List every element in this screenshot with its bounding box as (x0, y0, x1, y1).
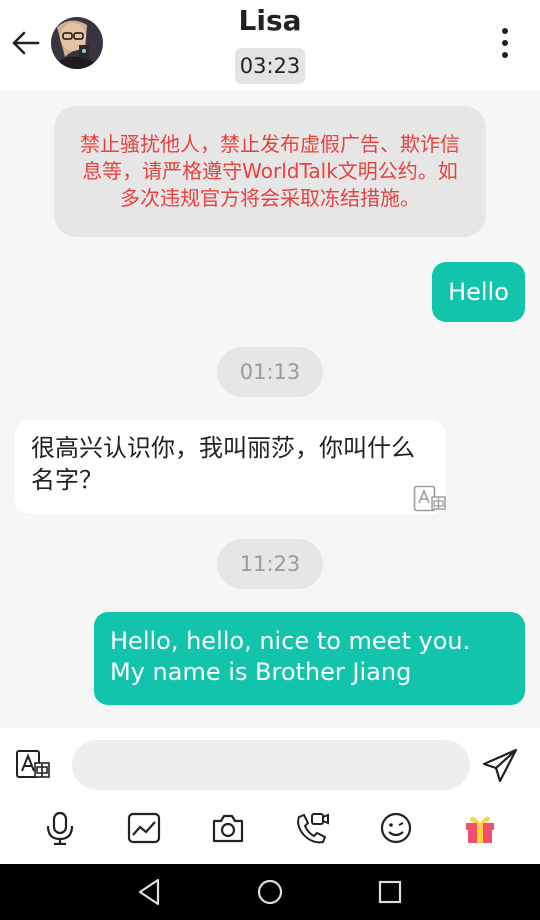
image-icon[interactable] (126, 811, 162, 845)
emoji-icon[interactable] (378, 811, 414, 845)
translate-icon[interactable] (15, 749, 51, 781)
camera-icon[interactable] (210, 811, 246, 845)
message-timestamp: 01:13 (217, 347, 323, 397)
call-timer: 03:23 (235, 48, 305, 84)
message-input[interactable] (72, 740, 470, 790)
send-icon[interactable] (480, 746, 520, 786)
more-vertical-icon[interactable] (494, 26, 516, 62)
nav-home-icon[interactable] (250, 874, 290, 910)
system-notice-text: 禁止骚扰他人，禁止发布虚假广告、欺诈信息等，请严格遵守WorldTalk文明公约… (80, 132, 460, 210)
system-notice: 禁止骚扰他人，禁止发布虚假广告、欺诈信息等，请严格遵守WorldTalk文明公约… (54, 106, 486, 237)
microphone-icon[interactable] (42, 811, 78, 845)
translate-icon[interactable] (413, 485, 447, 513)
video-call-icon[interactable] (294, 811, 330, 845)
nav-recents-icon[interactable] (370, 874, 410, 910)
message-timestamp: 11:23 (217, 539, 323, 589)
outgoing-message[interactable]: Hello (432, 262, 525, 322)
incoming-message[interactable]: 很高兴认识你，我叫丽莎，你叫什么名字？ (15, 420, 445, 514)
nav-back-icon[interactable] (130, 874, 170, 910)
outgoing-message-text: Hello, hello, nice to meet you. My name … (110, 627, 471, 686)
contact-name: Lisa (238, 4, 302, 37)
incoming-message-text: 很高兴认识你，我叫丽莎，你叫什么名字？ (31, 434, 415, 494)
outgoing-message[interactable]: Hello, hello, nice to meet you. My name … (94, 612, 525, 705)
gift-icon[interactable] (462, 811, 498, 845)
